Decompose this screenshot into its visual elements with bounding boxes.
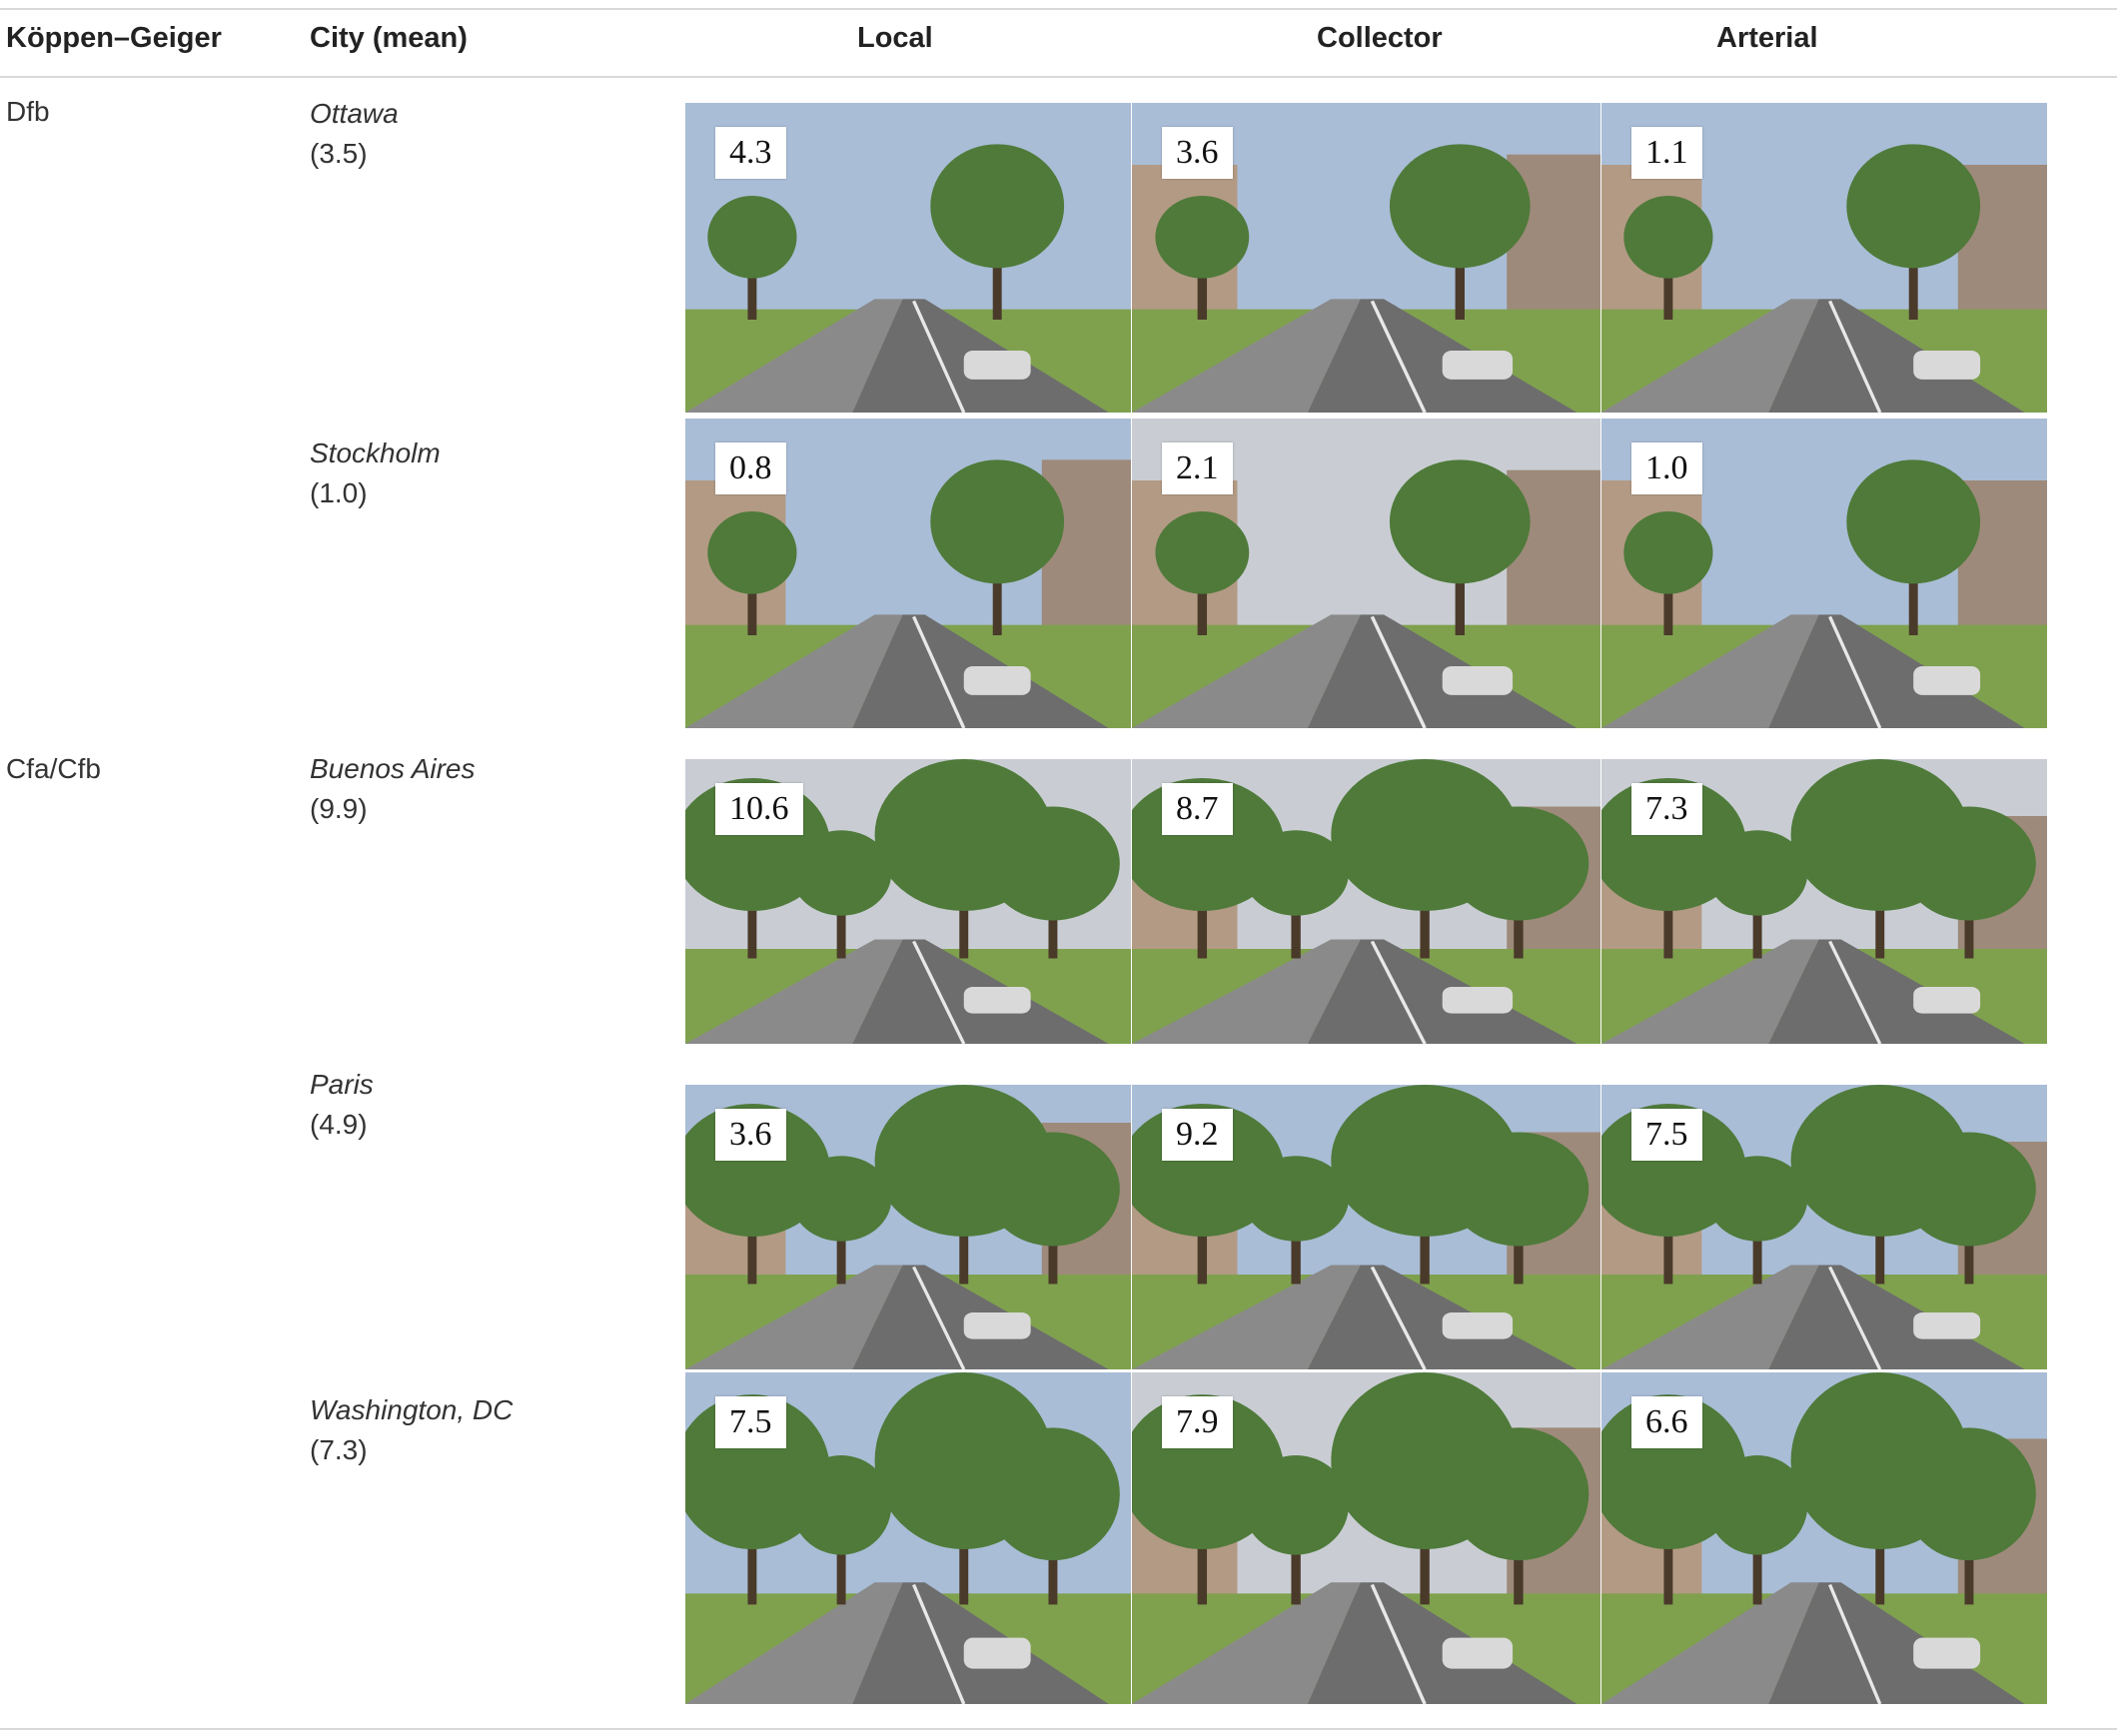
street-photo: 0.8: [685, 419, 1131, 728]
city-mean: (9.9): [310, 793, 368, 824]
street-photo: 9.2: [1132, 1085, 1600, 1369]
header-climate: Köppen–Geiger: [6, 22, 222, 54]
green-view-score: 3.6: [715, 1109, 786, 1161]
street-photo: 4.3: [685, 103, 1131, 413]
table-top-rule: [0, 8, 2117, 10]
climate-dfb: Dfb: [6, 96, 50, 127]
green-view-score: 3.6: [1162, 127, 1233, 179]
header-collector: Collector: [1317, 22, 1443, 54]
green-view-score: 1.0: [1631, 442, 1702, 494]
city-mean: (1.0): [310, 477, 368, 508]
street-photo: 7.5: [685, 1372, 1131, 1704]
city-ottawa: Ottawa (3.5): [310, 94, 639, 174]
green-view-score: 10.6: [715, 783, 803, 835]
street-photo: 3.6: [685, 1085, 1131, 1369]
street-photo: 8.7: [1132, 759, 1600, 1044]
street-photo: 10.6: [685, 759, 1131, 1044]
city-mean: (3.5): [310, 138, 368, 169]
table-bottom-rule: [0, 1728, 2117, 1730]
city-mean: (7.3): [310, 1434, 368, 1465]
green-view-score: 2.1: [1162, 442, 1233, 494]
green-view-score: 0.8: [715, 442, 786, 494]
climate-cfa-cfb: Cfa/Cfb: [6, 753, 101, 784]
street-photo: 1.1: [1601, 103, 2047, 413]
street-photo: 6.6: [1601, 1372, 2047, 1704]
city-buenos-aires: Buenos Aires (9.9): [310, 749, 639, 829]
city-washington-dc: Washington, DC (7.3): [310, 1390, 639, 1470]
city-mean: (4.9): [310, 1109, 368, 1140]
city-name: Washington, DC: [310, 1394, 514, 1425]
green-view-score: 7.5: [715, 1396, 786, 1448]
green-view-score: 9.2: [1162, 1109, 1233, 1161]
green-view-score: 7.5: [1631, 1109, 1702, 1161]
green-view-score: 6.6: [1631, 1396, 1702, 1448]
green-view-score: 7.3: [1631, 783, 1702, 835]
city-paris: Paris (4.9): [310, 1065, 639, 1145]
header-arterial: Arterial: [1716, 22, 1818, 54]
header-local: Local: [857, 22, 933, 54]
city-name: Buenos Aires: [310, 753, 476, 784]
street-photo: 2.1: [1132, 419, 1600, 728]
green-view-score: 8.7: [1162, 783, 1233, 835]
header-city: City (mean): [310, 22, 468, 54]
street-photo: 3.6: [1132, 103, 1600, 413]
green-view-score: 1.1: [1631, 127, 1702, 179]
green-view-score: 7.9: [1162, 1396, 1233, 1448]
street-photo: 1.0: [1601, 419, 2047, 728]
green-view-score: 4.3: [715, 127, 786, 179]
street-photo: 7.5: [1601, 1085, 2047, 1369]
header-rule: [0, 76, 2117, 78]
city-stockholm: Stockholm (1.0): [310, 434, 639, 513]
street-photo: 7.9: [1132, 1372, 1600, 1704]
city-name: Stockholm: [310, 437, 441, 468]
city-name: Paris: [310, 1069, 374, 1100]
street-photo: 7.3: [1601, 759, 2047, 1044]
city-name: Ottawa: [310, 98, 399, 129]
